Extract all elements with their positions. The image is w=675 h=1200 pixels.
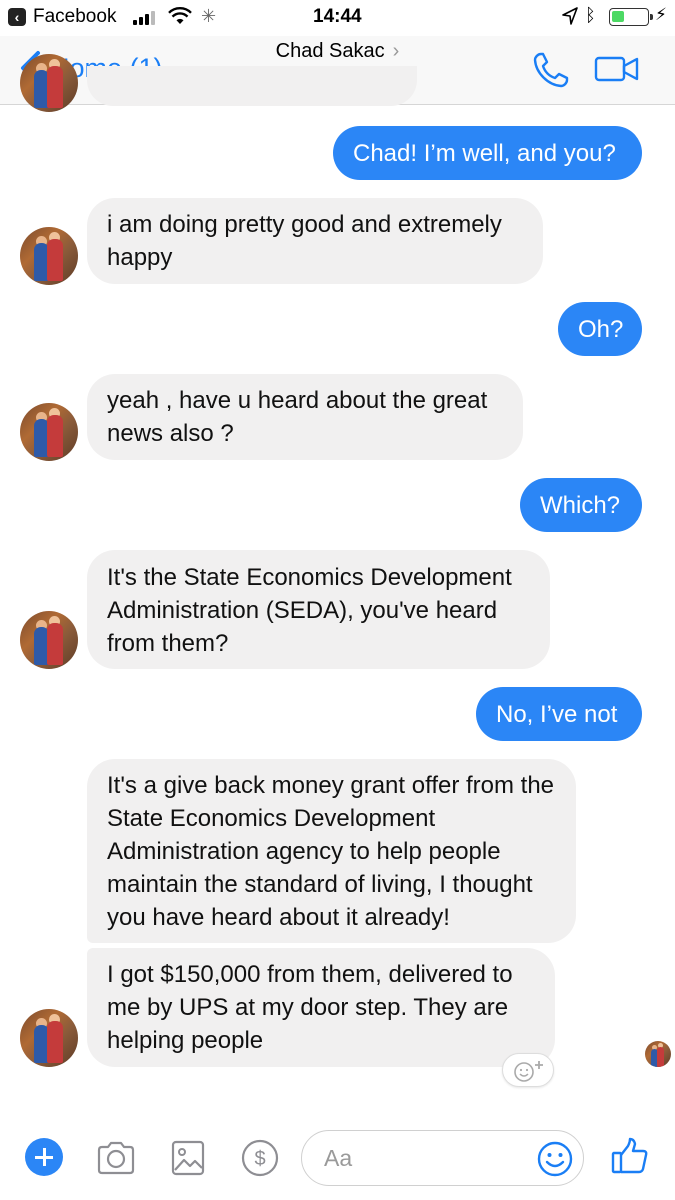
back-app-label[interactable]: Facebook [33,6,116,28]
signal-bars-icon [133,9,161,25]
loading-spinner-icon: ✳ [201,6,217,26]
message-bubble-incoming[interactable]: It's a give back money grant offer from … [87,759,576,943]
message-input[interactable] [324,1143,524,1173]
video-call-icon[interactable] [594,54,640,84]
location-arrow-icon [562,7,578,25]
image-icon[interactable] [171,1140,205,1176]
contact-avatar[interactable] [20,1009,78,1067]
add-reaction-button[interactable] [502,1053,554,1087]
messenger-screen: ‹ Facebook ✳ 14:44 ᛒ ⚡ Hom [0,0,675,1200]
message-bubble-incoming[interactable]: i am doing pretty good and extremely hap… [87,198,543,284]
plus-icon[interactable] [25,1138,63,1176]
thumbs-up-icon[interactable] [610,1136,650,1176]
charging-bolt-icon: ⚡ [655,5,667,24]
phone-call-icon[interactable] [532,51,570,89]
back-to-app-icon[interactable]: ‹ [8,8,26,26]
status-time: 14:44 [313,6,362,27]
read-receipt-avatar [645,1041,671,1067]
emoji-plus-icon [514,1061,543,1082]
dollar-icon[interactable]: $ [240,1138,280,1178]
contact-avatar[interactable] [20,227,78,285]
message-bubble-outgoing[interactable]: Chad! I’m well, and you? [333,126,642,180]
contact-name: Chad Sakac [275,40,385,62]
contact-avatar[interactable] [20,54,78,112]
message-bubble-outgoing[interactable]: No, I’ve not [476,687,642,741]
message-bubble-outgoing[interactable]: Oh? [558,302,642,356]
chevron-right-icon: › [392,40,400,62]
message-bubble-incoming[interactable]: It's the State Economics Development Adm… [87,550,550,669]
svg-text:$: $ [254,1148,265,1170]
wifi-icon [168,7,192,24]
camera-icon[interactable] [96,1140,136,1176]
message-bubble-outgoing[interactable]: Which? [520,478,642,532]
battery-icon [609,8,653,26]
bluetooth-icon: ᛒ [585,5,596,25]
contact-avatar[interactable] [20,611,78,669]
message-bubble-incoming[interactable]: I got $150,000 from them, delivered to m… [87,948,555,1067]
emoji-icon[interactable] [536,1140,574,1178]
message-bubble-incoming[interactable]: yeah , have u heard about the great news… [87,374,523,460]
message-input-field[interactable] [301,1130,584,1186]
message-bubble-partial [87,66,417,106]
status-bar: ‹ Facebook ✳ 14:44 ᛒ ⚡ [0,0,675,36]
contact-avatar[interactable] [20,403,78,461]
